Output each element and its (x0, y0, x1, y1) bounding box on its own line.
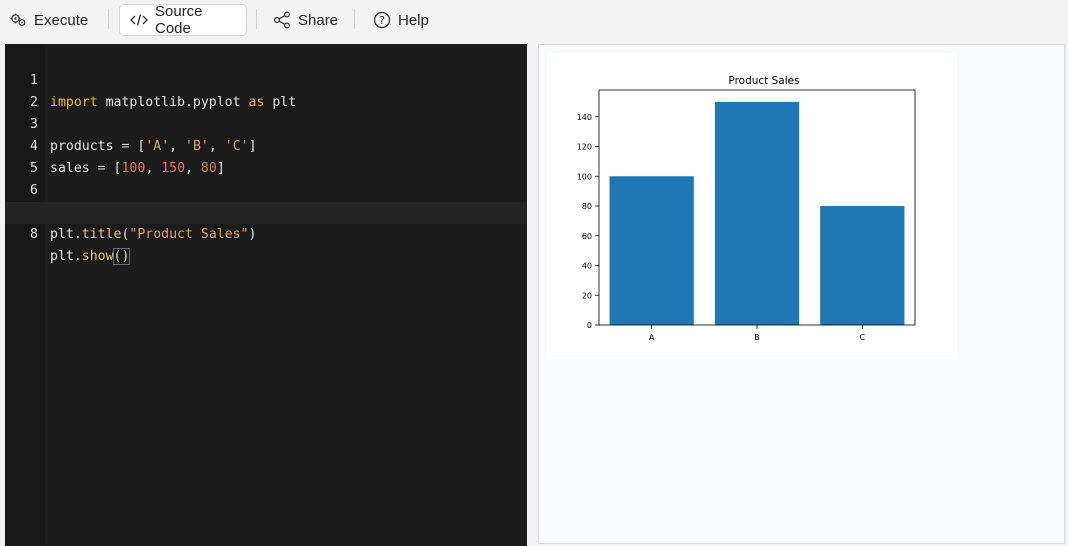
bar-B (714, 101, 800, 325)
y-tick-label: 100 (577, 172, 592, 181)
code-line: 4 sales = [100, 150, 80] (5, 114, 527, 176)
help-button[interactable]: ? Help (363, 4, 439, 36)
y-tick-label: 40 (582, 262, 592, 271)
help-icon: ? (373, 11, 391, 29)
code-editor[interactable]: 1 import matplotlib.pyplot as plt 2 3 pr… (5, 44, 527, 546)
chart-figure: Product Sales 0 20 40 60 80 100 120 140 A B C (547, 53, 957, 359)
share-icon (273, 11, 291, 29)
toolbar: Execute Source Code Share ? Help (0, 0, 1068, 42)
y-tick-label: 120 (577, 143, 592, 152)
chart-title: Product Sales (728, 75, 799, 87)
y-tick-label: 80 (582, 202, 592, 211)
help-label: Help (398, 11, 429, 29)
x-tick-label: C (860, 333, 866, 342)
output-panel: Product Sales 0 20 40 60 80 100 120 140 A B C (538, 44, 1065, 544)
code-line: 6 plt.bar(products, sales) (5, 158, 527, 220)
share-button[interactable]: Share (263, 4, 348, 36)
x-tick-label: A (649, 333, 655, 342)
code-line: 5 (5, 136, 527, 176)
code-text: plt.show() (50, 248, 131, 265)
code-line: 2 (5, 70, 527, 110)
code-text: plt.title("Product Sales") (50, 227, 257, 242)
execute-label: Execute (34, 11, 89, 29)
bar-C (820, 206, 905, 325)
execute-button[interactable]: Execute (0, 4, 98, 36)
code-icon (130, 13, 148, 27)
bar-chart: Product Sales 0 20 40 60 80 100 120 140 A B C (577, 75, 916, 342)
x-tick-label: B (754, 333, 760, 342)
toolbar-separator (256, 9, 257, 29)
svg-text:?: ? (379, 14, 385, 27)
line-number: 8 (30, 227, 38, 242)
gears-icon (10, 13, 27, 27)
code-line: 3 products = ['A', 'B', 'C'] (5, 92, 527, 154)
y-tick-label: 0 (587, 321, 592, 330)
toolbar-separator (354, 9, 355, 29)
toolbar-separator (108, 9, 109, 29)
bar-A (609, 176, 694, 325)
y-tick-label: 60 (582, 232, 592, 241)
code-line: 7 plt.title("Product Sales") (5, 180, 527, 242)
source-code-button[interactable]: Source Code (119, 3, 247, 37)
share-label: Share (298, 11, 339, 29)
code-line-current: 8 plt.show() (5, 202, 527, 265)
code-line: 1 import matplotlib.pyplot as plt (5, 48, 527, 110)
source-code-label: Source Code (155, 3, 203, 37)
y-tick-label: 20 (582, 291, 592, 300)
y-tick-label: 140 (577, 113, 592, 122)
